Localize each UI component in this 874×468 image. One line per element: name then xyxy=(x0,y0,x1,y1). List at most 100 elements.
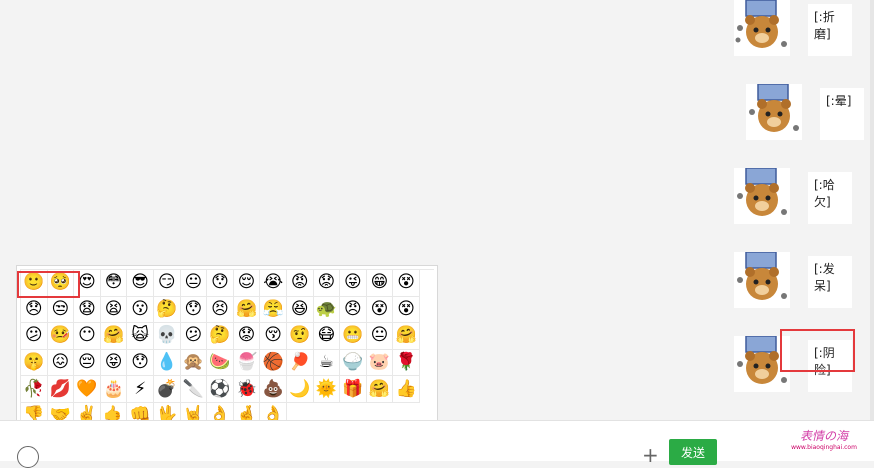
emoji-cell[interactable]: 😧 xyxy=(74,296,101,324)
avatar[interactable] xyxy=(746,84,802,140)
message-text: [:晕] xyxy=(826,94,852,108)
emoji-cell[interactable]: 😌 xyxy=(233,270,261,297)
emoji-cell[interactable]: 🙀 xyxy=(127,323,154,350)
emoji-cell[interactable]: 🎁 xyxy=(340,376,367,403)
composer-bar: + 发送 xyxy=(0,420,874,468)
bear-avatar-icon xyxy=(737,252,787,300)
emoji-cell[interactable]: 😚 xyxy=(260,323,287,350)
emoji-cell[interactable]: 😁 xyxy=(366,270,394,297)
emoji-cell[interactable]: 🤔 xyxy=(153,296,181,324)
message-row: [:折磨] xyxy=(734,0,874,60)
message-bubble: [:折磨] xyxy=(808,4,852,56)
emoji-cell[interactable]: 👍 xyxy=(393,376,420,403)
message-text: [:折磨] xyxy=(814,10,835,41)
emoji-cell[interactable]: 💧 xyxy=(153,349,181,377)
emoji-cell[interactable]: 🐷 xyxy=(366,349,394,377)
watermark-sub: www.biaoqinghai.com xyxy=(791,444,857,451)
emoji-cell[interactable]: 😷 xyxy=(313,323,341,350)
emoji-cell[interactable]: 😵 xyxy=(393,270,420,297)
emoji-cell[interactable]: 🔪 xyxy=(180,376,208,403)
emoji-cell[interactable]: 🤫 xyxy=(21,349,48,377)
emoji-cell[interactable]: 🙊 xyxy=(180,349,208,377)
highlight-box-message xyxy=(780,329,855,372)
emoji-cell[interactable]: 😕 xyxy=(180,323,208,350)
emoji-cell[interactable]: ⚽ xyxy=(207,376,234,403)
bear-avatar-icon xyxy=(749,84,799,132)
emoji-cell[interactable]: 😖 xyxy=(47,349,75,377)
emoji-cell[interactable]: 😏 xyxy=(153,270,181,297)
avatar[interactable] xyxy=(734,252,790,308)
emoji-cell[interactable]: 🎂 xyxy=(100,376,128,403)
emoji-cell[interactable]: 😆 xyxy=(286,296,314,324)
emoji-cell[interactable]: 😫 xyxy=(100,296,128,324)
emoji-cell[interactable]: 😯 xyxy=(180,296,208,324)
emoji-cell[interactable]: 🍚 xyxy=(340,349,367,377)
emoji-cell[interactable]: 😠 xyxy=(340,296,367,324)
emoji-cell[interactable]: 😵 xyxy=(366,296,394,324)
message-row: [:晕] xyxy=(746,84,874,144)
emoji-cell[interactable]: 💣 xyxy=(153,376,181,403)
emoji-cell[interactable]: 🍉 xyxy=(207,349,234,377)
emoji-cell[interactable]: 🌙 xyxy=(286,376,314,403)
bear-avatar-icon xyxy=(737,168,787,216)
emoji-cell[interactable]: 😕 xyxy=(21,323,48,350)
emoji-cell[interactable]: ⚡ xyxy=(127,376,154,403)
send-button[interactable]: 发送 xyxy=(669,439,717,465)
emoji-cell[interactable]: 😯 xyxy=(207,270,234,297)
message-bubble: [:哈欠] xyxy=(808,172,852,224)
emoji-cell[interactable]: 😐 xyxy=(366,323,394,350)
emoji-cell[interactable]: 😎 xyxy=(127,270,154,297)
emoji-cell[interactable]: 🤨 xyxy=(286,323,314,350)
emoji-cell[interactable]: 💀 xyxy=(153,323,181,350)
emoji-cell[interactable]: ☕ xyxy=(313,349,341,377)
emoji-cell[interactable]: 😤 xyxy=(260,296,287,324)
emoji-cell[interactable]: 😞 xyxy=(21,296,48,324)
emoji-cell[interactable]: 😒 xyxy=(47,296,75,324)
emoji-cell[interactable]: 💋 xyxy=(47,376,75,403)
emoji-cell[interactable]: 😯 xyxy=(127,349,154,377)
emoji-cell[interactable]: 🥀 xyxy=(21,376,48,403)
emoji-cell[interactable]: 😣 xyxy=(207,296,234,324)
emoji-cell[interactable]: 😳 xyxy=(100,270,128,297)
bear-avatar-icon xyxy=(735,0,787,48)
emoji-cell[interactable]: 😟 xyxy=(233,323,261,350)
emoji-cell[interactable]: 😝 xyxy=(100,349,128,377)
emoji-cell[interactable]: 💩 xyxy=(260,376,287,403)
emoji-cell[interactable]: 🐢 xyxy=(313,296,341,324)
watermark-title: 表情の海 xyxy=(799,429,848,443)
avatar[interactable] xyxy=(734,0,790,56)
emoji-cell[interactable]: 🍧 xyxy=(233,349,261,377)
emoji-cell[interactable]: 🐞 xyxy=(233,376,261,403)
emoji-cell[interactable]: 🤗 xyxy=(393,323,420,350)
emoji-cell[interactable]: 😬 xyxy=(340,323,367,350)
message-row: [:哈欠] xyxy=(734,168,874,228)
emoji-cell[interactable]: 😜 xyxy=(340,270,367,297)
emoji-cell[interactable]: 😟 xyxy=(313,270,341,297)
emoji-cell[interactable]: 🤒 xyxy=(47,323,75,350)
emoji-toggle-icon[interactable] xyxy=(17,446,39,468)
emoji-cell[interactable]: 😶 xyxy=(74,323,101,350)
avatar[interactable] xyxy=(734,168,790,224)
emoji-cell[interactable]: 🌹 xyxy=(393,349,420,377)
emoji-cell[interactable]: 🤗 xyxy=(366,376,394,403)
message-text: [:哈欠] xyxy=(814,178,835,209)
message-bubble: [:发呆] xyxy=(808,256,852,308)
emoji-cell[interactable]: 🏓 xyxy=(286,349,314,377)
emoji-cell[interactable]: 😗 xyxy=(127,296,154,324)
emoji-cell[interactable]: 🤗 xyxy=(233,296,261,324)
emoji-cell[interactable]: 😔 xyxy=(74,349,101,377)
emoji-cell[interactable]: 🤔 xyxy=(207,323,234,350)
scrollbar[interactable] xyxy=(870,0,874,420)
emoji-cell[interactable]: 🏀 xyxy=(260,349,287,377)
message-text: [:发呆] xyxy=(814,262,835,293)
emoji-cell[interactable]: 😵 xyxy=(393,296,420,324)
plus-icon[interactable]: + xyxy=(642,445,659,465)
emoji-cell[interactable]: 🌞 xyxy=(313,376,341,403)
emoji-cell[interactable]: 🧡 xyxy=(74,376,101,403)
emoji-cell[interactable]: 😐 xyxy=(180,270,208,297)
emoji-cell[interactable]: 😭 xyxy=(260,270,287,297)
emoji-cell[interactable]: 😡 xyxy=(286,270,314,297)
watermark-logo: 表情の海 www.biaoqinghai.com xyxy=(791,422,857,456)
highlight-box-emoji xyxy=(17,271,80,298)
emoji-cell[interactable]: 🤗 xyxy=(100,323,128,350)
